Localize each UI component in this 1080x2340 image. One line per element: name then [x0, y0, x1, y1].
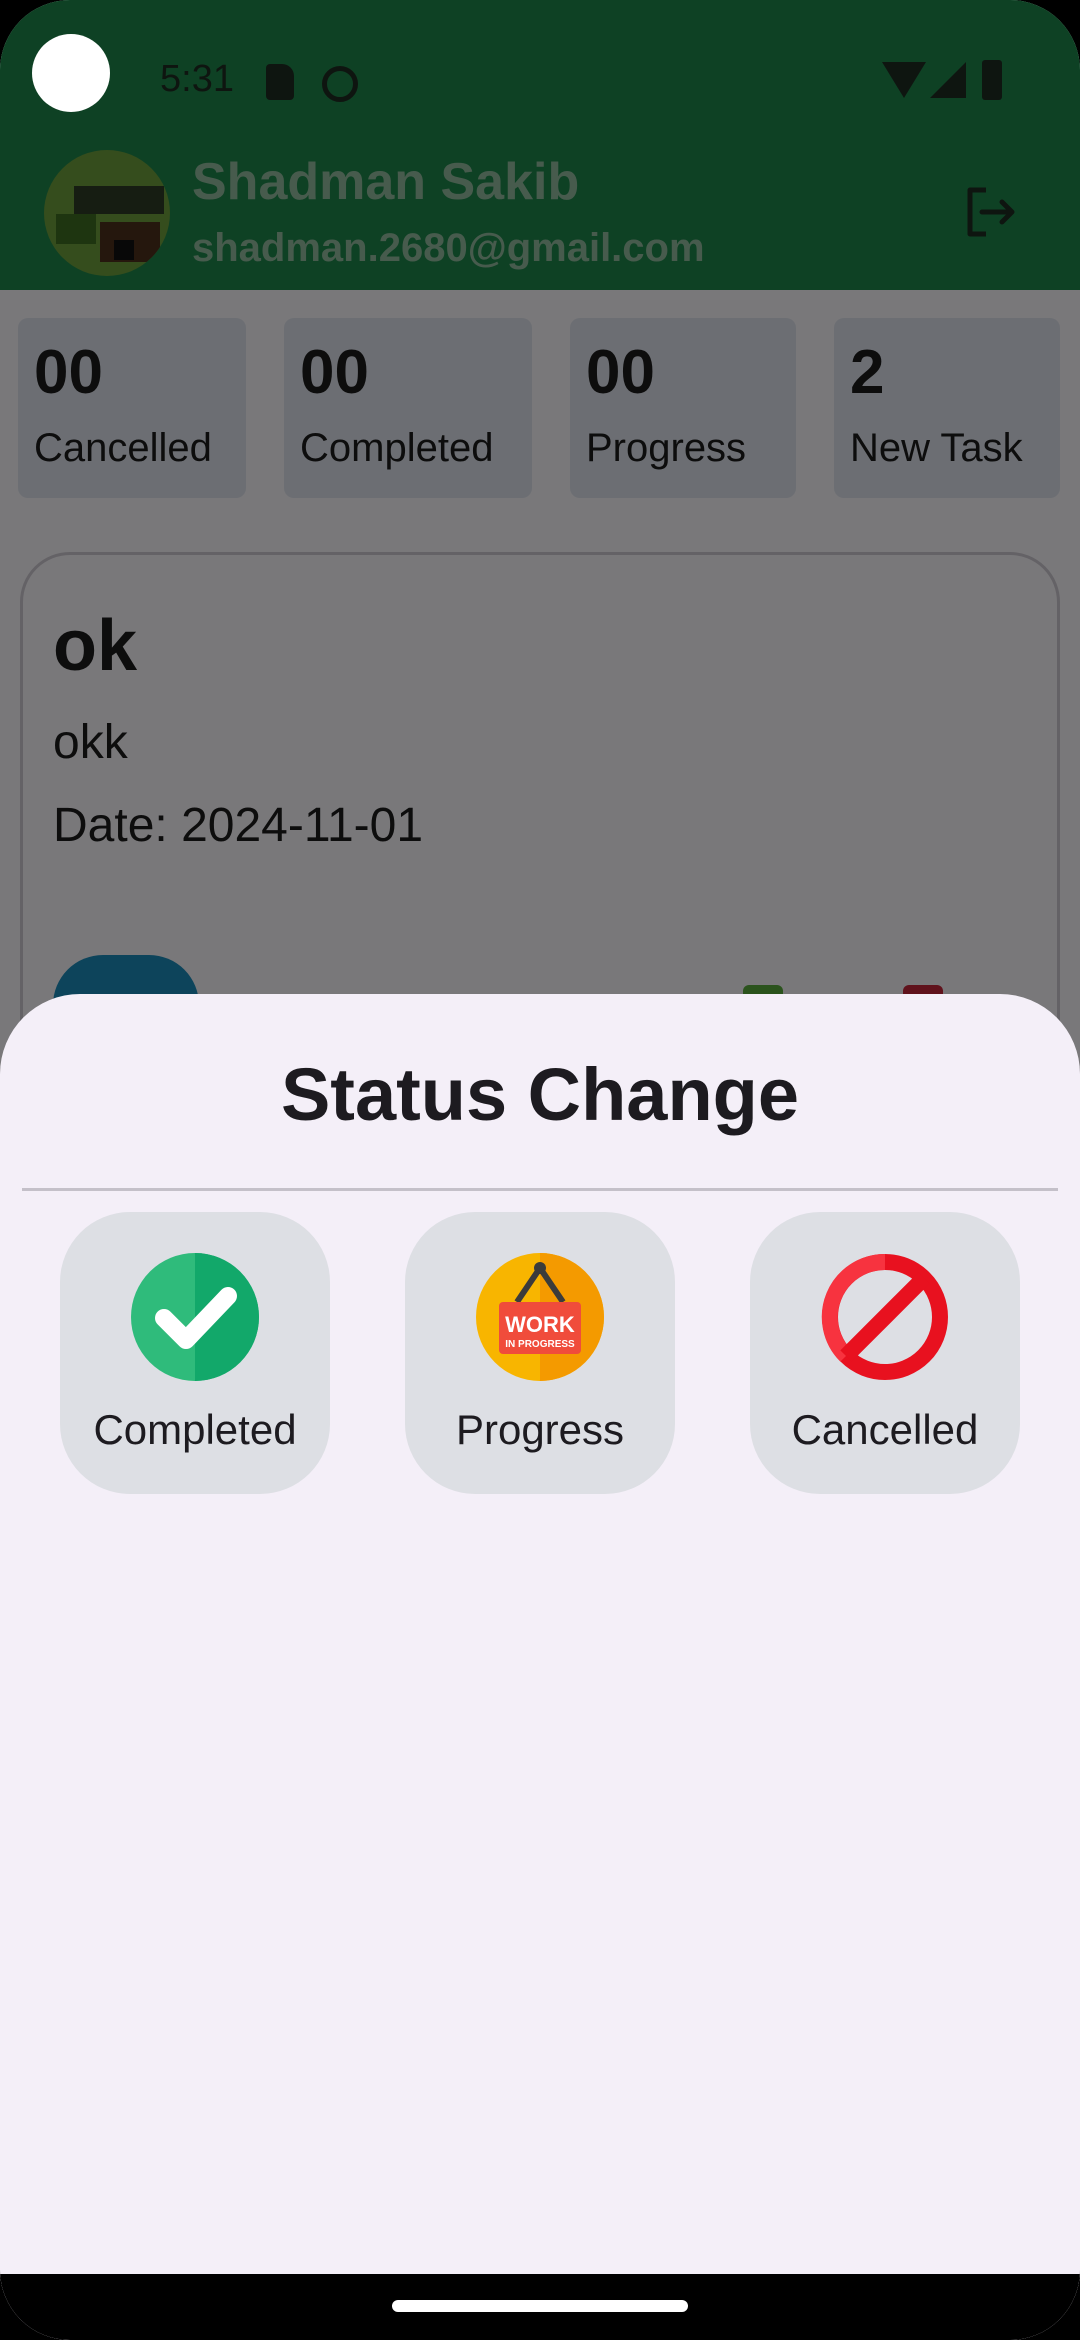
work-in-progress-icon: WORK IN PROGRESS: [476, 1253, 604, 1381]
status-option-completed[interactable]: Completed: [60, 1212, 330, 1494]
status-option-progress[interactable]: WORK IN PROGRESS Progress: [405, 1212, 675, 1494]
app-screen: 5:31 Shadman Sakib shadman.2680@gmail.co…: [0, 0, 1080, 2340]
status-option-label: Completed: [93, 1406, 297, 1453]
status-option-cancelled[interactable]: Cancelled: [750, 1212, 1020, 1494]
check-circle-icon: [131, 1253, 259, 1381]
status-change-sheet: Status Change Completed WORK IN PROGRESS…: [0, 994, 1080, 2340]
camera-cutout: [32, 34, 110, 112]
status-option-label: Progress: [455, 1406, 625, 1453]
sheet-title: Status Change: [280, 1053, 800, 1136]
divider: [22, 1188, 1058, 1191]
progress-icon-subtext: IN PROGRESS: [505, 1339, 575, 1350]
forbidden-icon: [821, 1253, 948, 1380]
progress-icon-word: WORK: [505, 1312, 575, 1337]
home-gesture-handle[interactable]: [392, 2300, 688, 2312]
status-option-label: Cancelled: [791, 1406, 979, 1453]
